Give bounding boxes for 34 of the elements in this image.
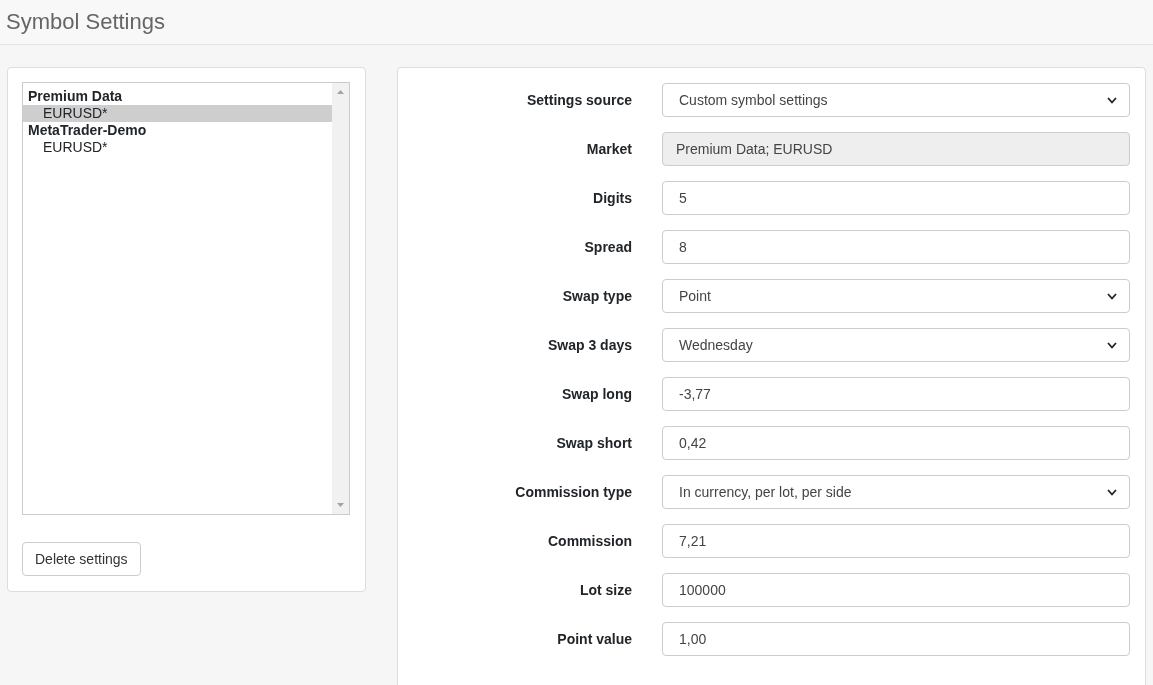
- field-label: Swap long: [561, 386, 632, 402]
- chevron-icon: [1107, 96, 1117, 104]
- field-label: Swap 3 days: [546, 337, 632, 353]
- select-field[interactable]: In currency, per lot, per side: [662, 475, 1130, 509]
- field-label: Spread: [583, 239, 632, 255]
- tree-item[interactable]: EURUSD*: [23, 139, 332, 156]
- chevron-icon: [1107, 488, 1117, 496]
- field-label: Settings source: [525, 92, 632, 108]
- field-label: Market: [585, 141, 632, 157]
- tree-group-label[interactable]: MetaTrader-Demo: [23, 122, 332, 139]
- field-label: Swap short: [555, 435, 632, 451]
- select-field[interactable]: Custom symbol settings: [662, 83, 1130, 117]
- tree-group-label[interactable]: Premium Data: [23, 88, 332, 105]
- field-label: Commission: [547, 533, 632, 549]
- delete-settings-button[interactable]: Delete settings: [22, 542, 141, 576]
- field-label: Swap type: [561, 288, 632, 304]
- input-field[interactable]: 5: [662, 181, 1130, 215]
- input-field[interactable]: 7,21: [662, 524, 1130, 558]
- input-field[interactable]: 8: [662, 230, 1130, 264]
- page-title: Symbol Settings: [6, 9, 165, 35]
- input-field[interactable]: 1,00: [662, 622, 1130, 656]
- field-label: Lot size: [578, 582, 632, 598]
- chevron-icon: [1107, 341, 1117, 349]
- input-field[interactable]: 100000: [662, 573, 1130, 607]
- select-field[interactable]: Point: [662, 279, 1130, 313]
- input-field[interactable]: -3,77: [662, 377, 1130, 411]
- field-label: Digits: [592, 190, 632, 206]
- scrollbar[interactable]: [332, 83, 349, 514]
- tree-item[interactable]: EURUSD*: [23, 105, 332, 122]
- field-label: Commission type: [514, 484, 632, 500]
- field-label: Point value: [556, 631, 632, 647]
- input-field[interactable]: 0,42: [662, 426, 1130, 460]
- chevron-icon: [1107, 292, 1117, 300]
- select-field[interactable]: Wednesday: [662, 328, 1130, 362]
